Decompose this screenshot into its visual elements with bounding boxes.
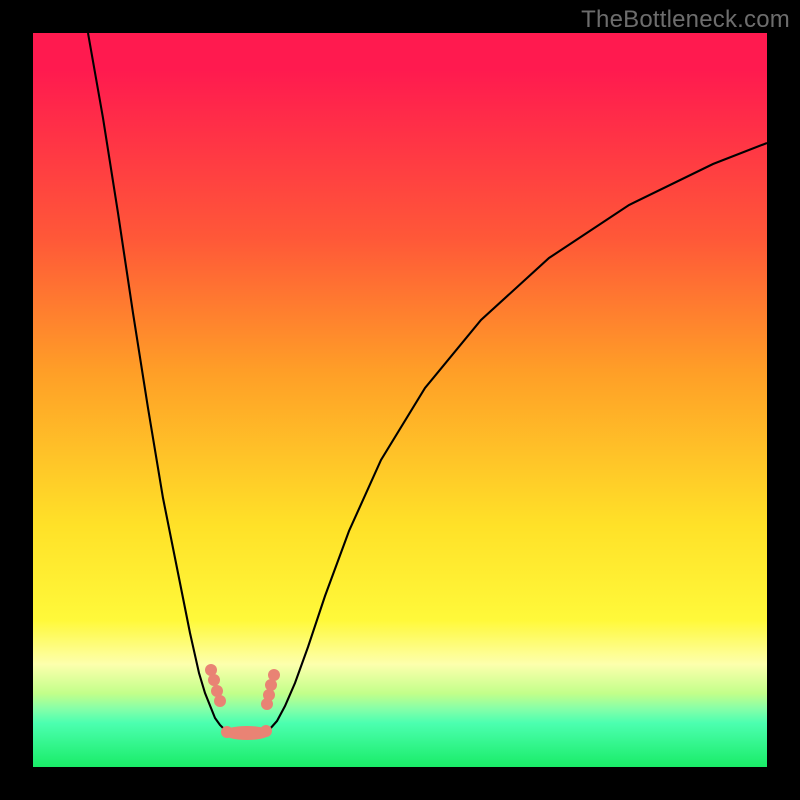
marker-valley-right-cap [260, 725, 272, 737]
marker-left-4 [214, 695, 226, 707]
marker-right-4 [261, 698, 273, 710]
marker-left-2 [208, 674, 220, 686]
chart-frame: TheBottleneck.com [0, 0, 800, 800]
series-left-branch [88, 33, 233, 733]
series-right-branch [269, 143, 767, 730]
watermark-text: TheBottleneck.com [581, 6, 790, 34]
chart-plot-area [33, 33, 767, 767]
marker-right-2 [265, 679, 277, 691]
chart-svg [33, 33, 767, 767]
marker-valley-left-cap [221, 726, 233, 738]
